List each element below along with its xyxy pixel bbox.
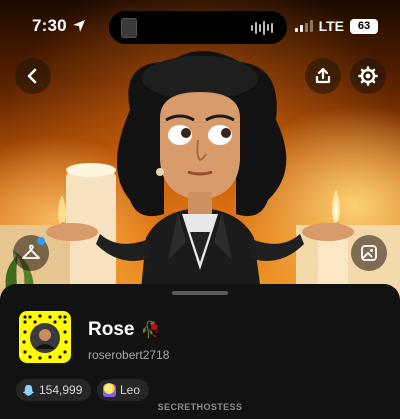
display-name-text: Rose <box>88 319 135 340</box>
snap-score-chip[interactable]: 154,999 <box>16 379 92 401</box>
footer-caption: SECRETHOSTESS <box>157 402 243 412</box>
sheet-grabber[interactable] <box>172 291 228 295</box>
gear-icon <box>358 66 378 86</box>
bitmoji-hero: 7:30 LTE 63 <box>0 0 400 300</box>
zodiac-chip[interactable]: ♌ Leo <box>97 379 150 401</box>
bitmoji-selfie-button[interactable] <box>351 235 387 271</box>
hanger-icon <box>22 244 40 259</box>
status-time: 7:30 <box>32 16 86 36</box>
snap-score-value: 154,999 <box>39 383 83 397</box>
status-indicators: LTE 63 <box>294 18 378 34</box>
cellular-signal-icon <box>294 20 313 32</box>
profile-sheet: Rose 🥀 roserobert2718 154,999 ♌ Leo SECR… <box>0 284 400 419</box>
photo-frame-icon <box>361 245 377 261</box>
location-arrow-icon <box>72 20 85 32</box>
leo-zodiac-icon: ♌ <box>103 383 116 397</box>
snapchat-ghost-icon <box>22 384 35 396</box>
notification-dot <box>37 237 45 245</box>
settings-button[interactable] <box>350 58 386 94</box>
snapcode[interactable] <box>19 311 71 363</box>
battery-indicator: 63 <box>350 18 378 34</box>
now-playing-thumbnail <box>121 17 137 38</box>
username[interactable]: roserobert2718 <box>88 348 169 362</box>
avatar-face <box>156 92 240 214</box>
zodiac-label: Leo <box>120 383 141 397</box>
audio-waveform-icon <box>251 20 273 35</box>
snapcode-pattern <box>22 314 68 360</box>
dynamic-island[interactable] <box>109 11 287 44</box>
display-name: Rose 🥀 <box>88 319 160 341</box>
status-bar: 7:30 LTE 63 <box>0 0 400 52</box>
chevron-left-icon <box>27 68 37 84</box>
network-type: LTE <box>318 18 344 34</box>
back-button[interactable] <box>15 58 51 94</box>
share-upload-icon <box>315 67 331 84</box>
change-outfit-button[interactable] <box>13 235 49 271</box>
share-button[interactable] <box>305 58 341 94</box>
name-emoji: 🥀 <box>140 322 161 339</box>
